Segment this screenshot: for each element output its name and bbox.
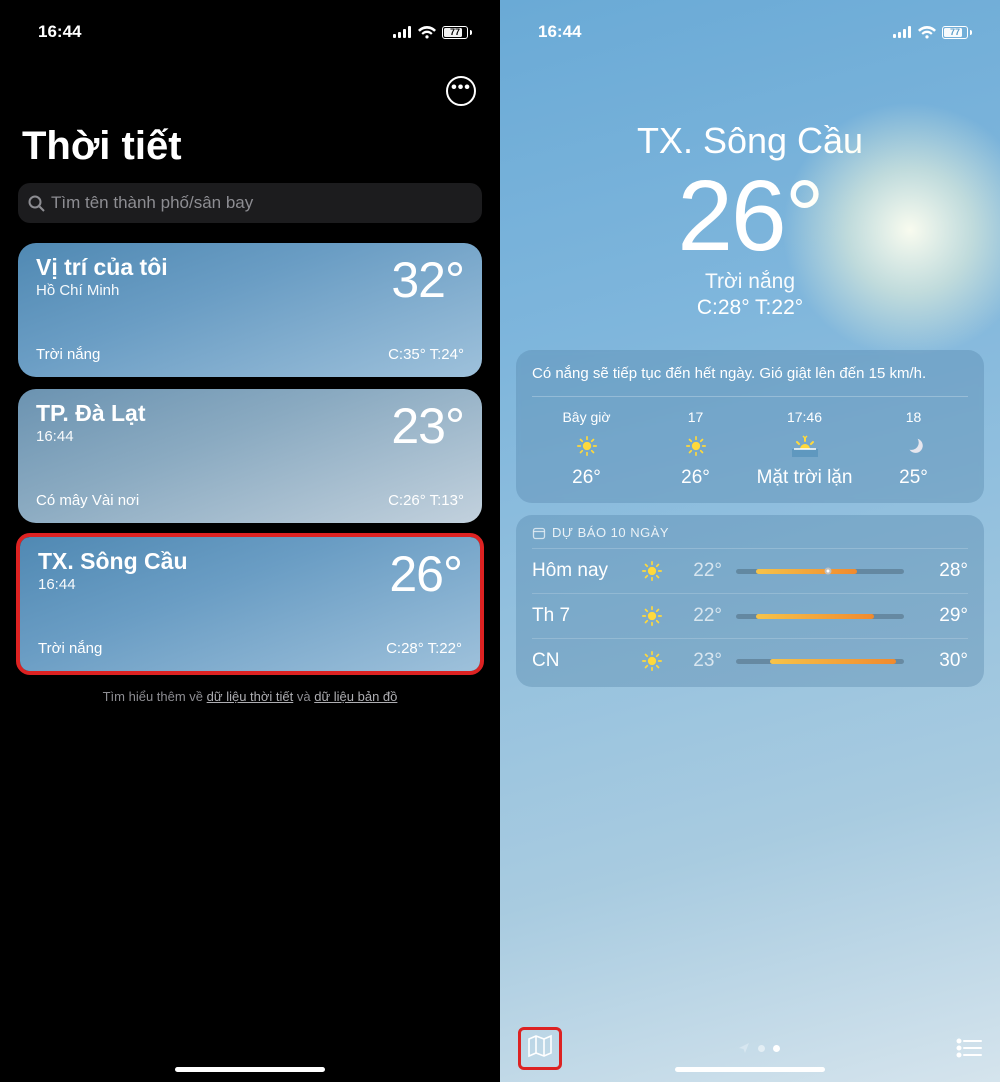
temp-range-bar — [736, 614, 904, 619]
city-name: TX. Sông Cầu — [38, 549, 188, 574]
city-card[interactable]: TP. Đà Lạt 16:44 23° Có mây Vài nơi C:26… — [18, 389, 482, 523]
day-low: 22° — [672, 560, 722, 582]
hour-item: Bây giờ 26° — [532, 409, 641, 489]
hourly-row[interactable]: Bây giờ 26° 17 26° 17:46 Mặt trời lặn 18 25° — [532, 397, 968, 489]
day-name: Hôm nay — [532, 560, 632, 582]
day-low: 23° — [672, 650, 722, 672]
daily-panel[interactable]: DỰ BÁO 10 NGÀY Hôm nay 22° 28° Th 7 22° 29° CN… — [516, 515, 984, 687]
sun-icon — [632, 606, 672, 626]
sunset-icon — [792, 435, 818, 457]
cellular-icon — [893, 26, 912, 38]
sun-icon — [632, 561, 672, 581]
day-high: 28° — [918, 560, 968, 582]
hour-value: Mặt trời lặn — [757, 467, 853, 489]
city-sub: 16:44 — [38, 576, 188, 593]
search-input[interactable]: Tìm tên thành phố/sân bay — [18, 183, 482, 223]
battery-icon: 77 — [442, 26, 472, 39]
hour-value: 26° — [572, 467, 601, 489]
city-temp: 32° — [391, 255, 464, 305]
day-name: CN — [532, 650, 632, 672]
hour-item: 18 25° — [859, 409, 968, 489]
weather-data-link[interactable]: dữ liệu thời tiết — [207, 689, 294, 704]
forecast-summary: Có nắng sẽ tiếp tục đến hết ngày. Gió gi… — [532, 364, 968, 397]
map-icon — [527, 1034, 553, 1058]
map-button[interactable] — [518, 1027, 562, 1070]
city-name: Vị trí của tôi — [36, 255, 168, 280]
day-row[interactable]: Th 7 22° 29° — [532, 594, 968, 639]
location-name: TX. Sông Cầu — [520, 120, 980, 162]
hour-item: 17 26° — [641, 409, 750, 489]
daily-title: DỰ BÁO 10 NGÀY — [532, 525, 968, 549]
day-name: Th 7 — [532, 605, 632, 627]
status-bar: 16:44 77 — [500, 0, 1000, 50]
day-row[interactable]: Hôm nay 22° 28° — [532, 549, 968, 594]
search-icon — [28, 195, 45, 212]
sun-icon — [632, 651, 672, 671]
ellipsis-icon: ••• — [451, 80, 471, 96]
city-sub: Hồ Chí Minh — [36, 282, 168, 299]
day-low: 22° — [672, 605, 722, 627]
sun-icon — [577, 435, 597, 457]
current-temp: 26° — [520, 166, 980, 266]
city-card[interactable]: Vị trí của tôi Hồ Chí Minh 32° Trời nắng… — [18, 243, 482, 377]
current-hilo: C:28° T:22° — [520, 296, 980, 320]
sun-icon — [686, 435, 706, 457]
bottom-bar — [500, 1026, 1000, 1082]
hour-item: 17:46 Mặt trời lặn — [750, 409, 859, 489]
hourly-panel[interactable]: Có nắng sẽ tiếp tục đến hết ngày. Gió gi… — [516, 350, 984, 503]
city-temp: 26° — [389, 549, 462, 599]
page-dot — [758, 1045, 765, 1052]
search-placeholder: Tìm tên thành phố/sân bay — [51, 193, 253, 213]
current-cond: Trời nắng — [520, 270, 980, 294]
city-sub: 16:44 — [36, 428, 146, 445]
status-bar: 16:44 77 — [0, 0, 500, 50]
city-hilo: C:26° T:13° — [388, 492, 464, 509]
city-temp: 23° — [391, 401, 464, 451]
more-button[interactable]: ••• — [446, 76, 476, 106]
status-time: 16:44 — [538, 22, 581, 42]
home-indicator[interactable] — [175, 1067, 325, 1072]
city-cond: Trời nắng — [38, 640, 102, 657]
page-dot-active — [773, 1045, 780, 1052]
cellular-icon — [393, 26, 412, 38]
home-indicator[interactable] — [675, 1067, 825, 1072]
hour-value: 25° — [899, 467, 928, 489]
status-time: 16:44 — [38, 22, 81, 42]
calendar-icon — [532, 526, 546, 540]
city-hilo: C:35° T:24° — [388, 346, 464, 363]
map-data-link[interactable]: dữ liệu bản đồ — [314, 689, 397, 704]
footer-note: Tìm hiểu thêm về dữ liệu thời tiết và dữ… — [0, 673, 500, 720]
highlighted-city: TX. Sông Cầu 16:44 26° Trời nắng C:28° T… — [16, 533, 484, 675]
temp-range-bar — [736, 659, 904, 664]
location-arrow-icon — [738, 1042, 750, 1054]
day-row[interactable]: CN 23° 30° — [532, 639, 968, 683]
status-icons: 77 — [393, 26, 472, 39]
status-icons: 77 — [893, 26, 972, 39]
city-hilo: C:28° T:22° — [386, 640, 462, 657]
page-title: Thời tiết — [0, 116, 500, 183]
page-indicator[interactable] — [738, 1042, 780, 1054]
weather-list-screen: 16:44 77 ••• Thời tiết Tìm tên thành phố… — [0, 0, 500, 1082]
hour-time: 18 — [906, 409, 922, 425]
hour-time: 17:46 — [787, 409, 822, 425]
hour-value: 26° — [681, 467, 710, 489]
detail-header: TX. Sông Cầu 26° Trời nắng C:28° T:22° — [500, 50, 1000, 340]
battery-icon: 77 — [942, 26, 972, 39]
list-button[interactable] — [956, 1038, 982, 1058]
daily-rows: Hôm nay 22° 28° Th 7 22° 29° CN 23° 30° — [532, 549, 968, 683]
weather-detail-screen: 16:44 77 TX. Sông Cầu 26° Trời nắng C:28… — [500, 0, 1000, 1082]
hour-time: 17 — [688, 409, 704, 425]
temp-range-bar — [736, 569, 904, 574]
hour-time: Bây giờ — [562, 409, 610, 425]
wifi-icon — [418, 26, 436, 39]
list-icon — [956, 1038, 982, 1058]
wifi-icon — [918, 26, 936, 39]
day-high: 30° — [918, 650, 968, 672]
city-cond: Có mây Vài nơi — [36, 492, 139, 509]
city-card[interactable]: TX. Sông Cầu 16:44 26° Trời nắng C:28° T… — [20, 537, 480, 671]
moon-icon — [905, 435, 923, 457]
day-high: 29° — [918, 605, 968, 627]
city-name: TP. Đà Lạt — [36, 401, 146, 426]
city-cond: Trời nắng — [36, 346, 100, 363]
